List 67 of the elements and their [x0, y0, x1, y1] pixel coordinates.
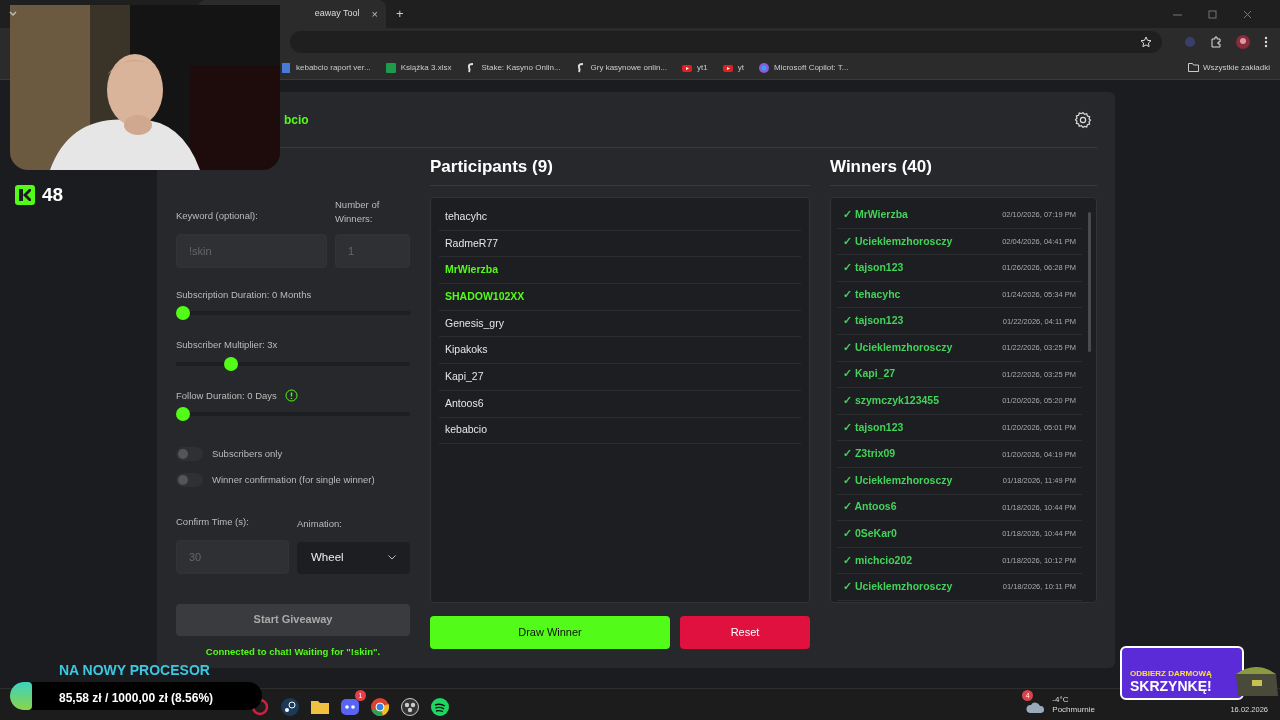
bookmark[interactable]: yt: [721, 61, 744, 74]
winner-name: ✓ tehacyhc: [843, 286, 901, 302]
bookmark-label[interactable]: Wszystkie zakładki: [1202, 61, 1270, 74]
section-title: Winners (40): [830, 157, 1097, 186]
channel-name: bcio: [284, 111, 309, 129]
new-tab-button[interactable]: +: [396, 4, 404, 24]
winner-name: ✓ Ucieklemzhorosczy: [843, 472, 953, 488]
bookmark-label[interactable]: kebabcio raport ver...: [296, 61, 371, 74]
draw-winner-button[interactable]: Draw Winner: [430, 616, 670, 649]
slider-label: Subscriber Multiplier: 3x: [176, 338, 278, 353]
winner-name: ✓ Ucieklemzhorosczy: [843, 339, 953, 355]
goal-amount: 85,58 zł / 1000,00 zł (8.56%): [59, 690, 214, 707]
all-bookmarks[interactable]: Wszystkie zakładki: [1187, 61, 1270, 74]
bookmark-label[interactable]: Gry kasynowe onlin...: [590, 61, 668, 74]
bookmark[interactable]: kebabcio raport ver...: [280, 61, 371, 74]
participant-name[interactable]: kebabcio: [439, 417, 801, 445]
ad-banner[interactable]: ODBIERZ DARMOWĄ SKRZYNKĘ!: [1120, 646, 1244, 700]
ad-headline: SKRZYNKĘ!: [1130, 678, 1213, 694]
start-giveaway-button[interactable]: Start Giveaway: [176, 603, 410, 636]
field-label: Number of Winners:: [335, 198, 381, 226]
participant-name[interactable]: SHADOW102XX: [439, 284, 801, 311]
participant-name[interactable]: Kapi_27: [439, 364, 801, 391]
toggle-label: Subscribers only: [212, 446, 283, 461]
bookmark[interactable]: Microsoft Copilot: T...: [757, 61, 849, 74]
reset-button[interactable]: Reset: [680, 616, 810, 649]
winner-name: ✓ szymczyk123455: [843, 393, 939, 409]
field-label: Confirm Time (s):: [176, 515, 250, 530]
animation-select[interactable]: Wheel: [297, 541, 410, 574]
winner-name: ✓ michcio202: [843, 552, 913, 568]
participant-name[interactable]: Kipakoks: [439, 337, 801, 365]
winner-name: ✓ tajson123: [843, 260, 904, 276]
bookmark[interactable]: Książka 3.xlsx: [384, 61, 452, 74]
bookmark-label[interactable]: Microsoft Copilot: T...: [773, 61, 849, 74]
slider-label: Subscription Duration: 0 Months: [176, 288, 312, 302]
participant-name[interactable]: MrWierzba: [439, 257, 801, 285]
temperature-text: -4°C: [1052, 694, 1070, 705]
winner-name: ✓ Ucieklemzhorosczy: [843, 579, 953, 595]
winner-name: ✓ MrWierzba: [843, 206, 908, 222]
bookmark-label[interactable]: Stake: Kasyno Onlin...: [481, 61, 561, 74]
winner-name: ✓ tajson123: [843, 419, 904, 435]
winner-name: ✓ 0SeKar0: [843, 526, 897, 542]
weather-text: Pochmurnie: [1052, 704, 1095, 715]
bookmark-label[interactable]: Książka 3.xlsx: [400, 61, 452, 74]
field-label: Animation:: [297, 517, 343, 532]
bookmark[interactable]: Stake: Kasyno Onlin...: [465, 61, 561, 74]
section-title: Participants (9): [430, 157, 810, 186]
field-label: Keyword (optional):: [176, 208, 259, 223]
bookmark[interactable]: yt1: [681, 61, 708, 74]
status-text: Connected to chat! Waiting for "!skin".: [204, 644, 382, 659]
participant-name[interactable]: Genesis_gry: [439, 310, 801, 338]
winner-name: ✓ Antoos6: [843, 499, 897, 515]
ad-text: ODBIERZ DARMOWĄ: [1130, 669, 1213, 679]
tab-close-button[interactable]: ×: [371, 5, 378, 23]
toggle-label: Winner confirmation (for single winner): [212, 473, 375, 487]
slider-label: Follow Duration: 0 Days: [176, 388, 277, 403]
participant-name[interactable]: RadmeR77: [439, 230, 801, 258]
participant-name[interactable]: tehacyhc: [439, 204, 801, 231]
winner-name: ✓ tajson123: [843, 313, 904, 329]
bookmark-label[interactable]: yt: [737, 61, 744, 74]
viewer-count: 48: [42, 183, 64, 207]
winner-name: ✓ Kapi_27: [843, 366, 896, 382]
goal-title: NA NOWY PROCESOR: [59, 661, 211, 680]
bookmark[interactable]: Gry kasynowe onlin...: [574, 61, 668, 74]
winner-name: ✓ Ucieklemzhorosczy: [843, 233, 953, 249]
bookmark-label[interactable]: yt1: [697, 61, 708, 74]
winner-name: ✓ Z3trix09: [843, 446, 896, 462]
participant-name[interactable]: Antoos6: [439, 390, 801, 418]
